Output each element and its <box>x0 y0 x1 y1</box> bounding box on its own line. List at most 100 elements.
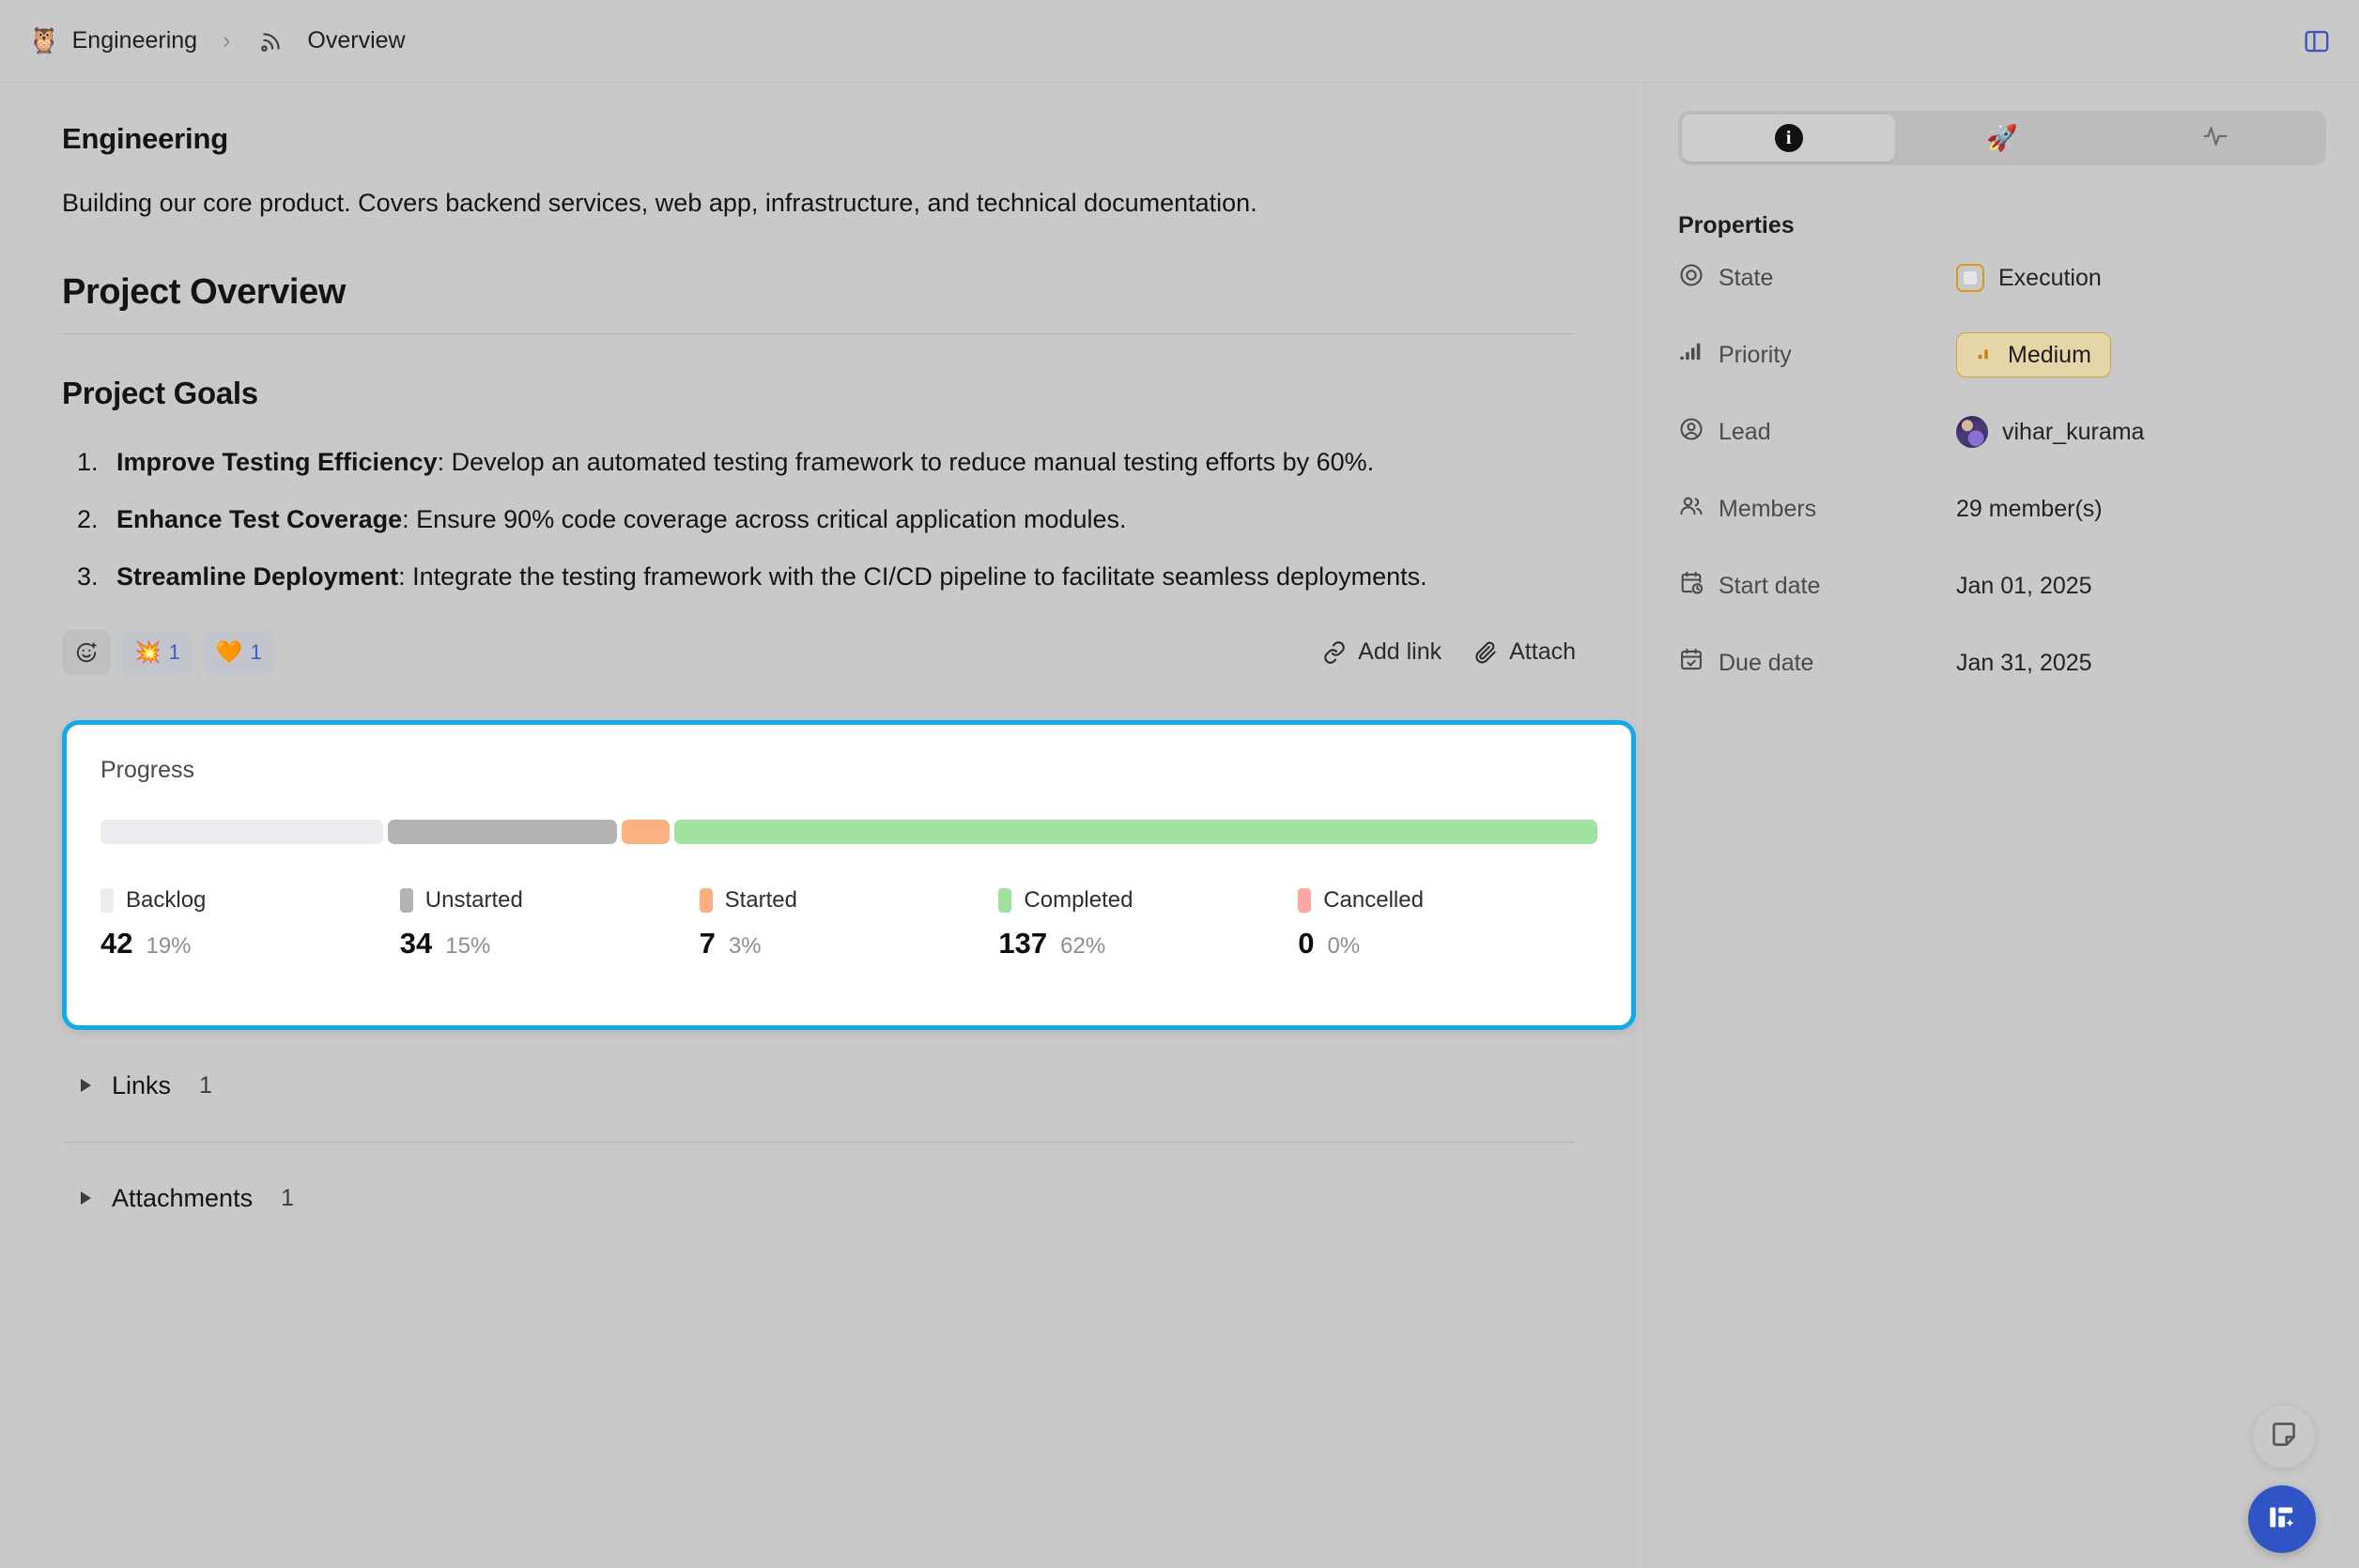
legend-item-backlog: Backlog 42 19% <box>100 887 400 961</box>
legend-item-started: Started 7 3% <box>699 887 999 961</box>
priority-bars-icon <box>1976 342 1997 369</box>
list-item: Streamline Deployment: Integrate the tes… <box>105 558 1570 596</box>
reaction-emoji-icon: 🧡 <box>215 639 243 665</box>
legend-label: Backlog <box>126 886 207 913</box>
legend-swatch-icon <box>699 887 713 913</box>
document-actions: Add link Attach <box>1322 638 1576 666</box>
chevron-right-icon <box>81 1079 91 1093</box>
legend-percent: 62% <box>1060 932 1106 959</box>
priority-value: Medium <box>2008 341 2091 368</box>
panel-layout-icon[interactable] <box>2303 27 2331 55</box>
subsection-heading-project-goals: Project Goals <box>62 375 258 410</box>
attachments-count: 1 <box>281 1184 294 1211</box>
reaction-count: 1 <box>168 639 180 664</box>
legend-item-unstarted: Unstarted 34 15% <box>399 886 700 961</box>
reaction-emoji-icon: 💥 <box>134 639 162 665</box>
progress-legend: Backlog 42 19% Unstarted 34 15% Started … <box>100 887 1597 961</box>
property-value: Jan 31, 2025 <box>1956 649 2092 676</box>
document-body: Engineering Building our core product. C… <box>0 83 1643 1213</box>
chevron-right-icon <box>81 1191 91 1206</box>
property-label: Start date <box>1719 572 1821 599</box>
legend-swatch-icon <box>998 887 1012 913</box>
progress-card-title: Progress <box>100 756 195 783</box>
progress-card[interactable]: Progress Backlog 42 19% Unstarted 34 15%… <box>62 719 1636 1030</box>
property-row-members[interactable]: Members 29 member(s) <box>1678 470 2325 547</box>
legend-label: Completed <box>1024 886 1133 913</box>
property-label: Priority <box>1719 341 1792 368</box>
user-circle-icon <box>1678 416 1704 449</box>
page-title: Engineering <box>62 122 228 155</box>
property-row-state[interactable]: State Execution <box>1678 239 2325 316</box>
reaction-chip[interactable]: 🧡 1 <box>203 629 274 675</box>
sidebar-tabs: i 🚀 <box>1678 111 2326 165</box>
add-reaction-button[interactable] <box>62 629 111 675</box>
calendar-clock-icon <box>1678 570 1704 603</box>
workspace-emoji-icon: 🦉 <box>28 26 60 54</box>
activity-pulse-icon <box>2201 122 2229 155</box>
progress-segment-unstarted <box>388 819 618 844</box>
property-label: Due date <box>1719 649 1814 676</box>
goal-lead: Streamline Deployment <box>116 561 399 591</box>
progress-segment-backlog <box>100 819 384 844</box>
goal-text: : Ensure 90% code coverage across critic… <box>402 504 1127 533</box>
plane-logo-icon <box>2265 1500 2299 1539</box>
project-goals-list: Improve Testing Efficiency: Develop an a… <box>105 443 1581 596</box>
legend-count: 34 <box>399 926 433 960</box>
reaction-chip[interactable]: 💥 1 <box>122 629 193 675</box>
sticky-note-icon <box>2268 1419 2300 1455</box>
property-row-start-date[interactable]: Start date Jan 01, 2025 <box>1678 547 2325 624</box>
project-description: Building our core product. Covers backen… <box>62 189 1257 217</box>
attachments-section-header[interactable]: Attachments 1 <box>62 1184 1581 1213</box>
legend-label: Cancelled <box>1323 886 1424 913</box>
property-row-due-date[interactable]: Due date Jan 31, 2025 <box>1678 624 2325 701</box>
sticky-note-button[interactable] <box>2252 1405 2316 1468</box>
attach-button[interactable]: Attach <box>1473 638 1576 666</box>
state-square-icon <box>1956 264 1984 292</box>
legend-item-completed: Completed 137 62% <box>998 887 1298 961</box>
legend-swatch-icon <box>100 887 114 913</box>
progress-segment-started <box>622 819 670 844</box>
tab-activity[interactable] <box>2109 115 2322 161</box>
property-row-lead[interactable]: Lead vihar_kurama <box>1678 393 2325 470</box>
add-link-label: Add link <box>1358 638 1442 666</box>
property-label: State <box>1719 264 1774 291</box>
tab-updates[interactable]: 🚀 <box>1895 115 2108 161</box>
rocket-icon: 🚀 <box>1986 123 2018 152</box>
property-label: Lead <box>1719 418 1771 445</box>
tab-info[interactable]: i <box>1682 115 1896 161</box>
links-section-header[interactable]: Links 1 <box>62 1071 1581 1100</box>
breadcrumb-workspace[interactable]: Engineering <box>72 27 197 54</box>
legend-percent: 0% <box>1327 932 1361 959</box>
breadcrumb-page[interactable]: Overview <box>307 27 405 54</box>
plane-assistant-button[interactable] <box>2248 1485 2316 1553</box>
rss-icon <box>259 29 284 54</box>
legend-percent: 3% <box>728 932 762 959</box>
legend-swatch-icon <box>1298 887 1312 913</box>
info-circle-icon: i <box>1774 124 1803 152</box>
legend-count: 42 <box>100 926 133 960</box>
signal-bars-icon <box>1678 339 1704 372</box>
legend-label: Unstarted <box>424 886 523 913</box>
goal-text: : Integrate the testing framework with t… <box>398 561 1427 591</box>
section-heading-project-overview: Project Overview <box>62 272 1576 334</box>
avatar <box>1956 416 1988 448</box>
legend-count: 7 <box>699 926 716 960</box>
links-label: Links <box>112 1070 172 1099</box>
legend-count: 137 <box>998 926 1048 960</box>
list-item: Improve Testing Efficiency: Develop an a… <box>105 443 1570 482</box>
priority-pill[interactable]: Medium <box>1956 332 2111 377</box>
breadcrumb: 🦉 Engineering › Overview <box>28 27 406 54</box>
reactions-and-actions-row: 💥 1 🧡 1 Add link Attach <box>62 629 1576 675</box>
properties-heading: Properties <box>1678 212 1795 238</box>
property-value: vihar_kurama <box>2002 418 2145 445</box>
section-divider <box>62 1141 1576 1143</box>
property-label: Members <box>1719 495 1817 522</box>
property-value: Jan 01, 2025 <box>1956 572 2092 599</box>
users-icon <box>1678 493 1704 526</box>
calendar-check-icon <box>1678 647 1704 680</box>
property-row-priority[interactable]: Priority Medium <box>1678 316 2325 393</box>
links-count: 1 <box>199 1071 212 1099</box>
document-pane: Engineering Building our core product. C… <box>0 83 1643 1568</box>
list-item: Enhance Test Coverage: Ensure 90% code c… <box>105 500 1570 539</box>
add-link-button[interactable]: Add link <box>1322 638 1442 666</box>
